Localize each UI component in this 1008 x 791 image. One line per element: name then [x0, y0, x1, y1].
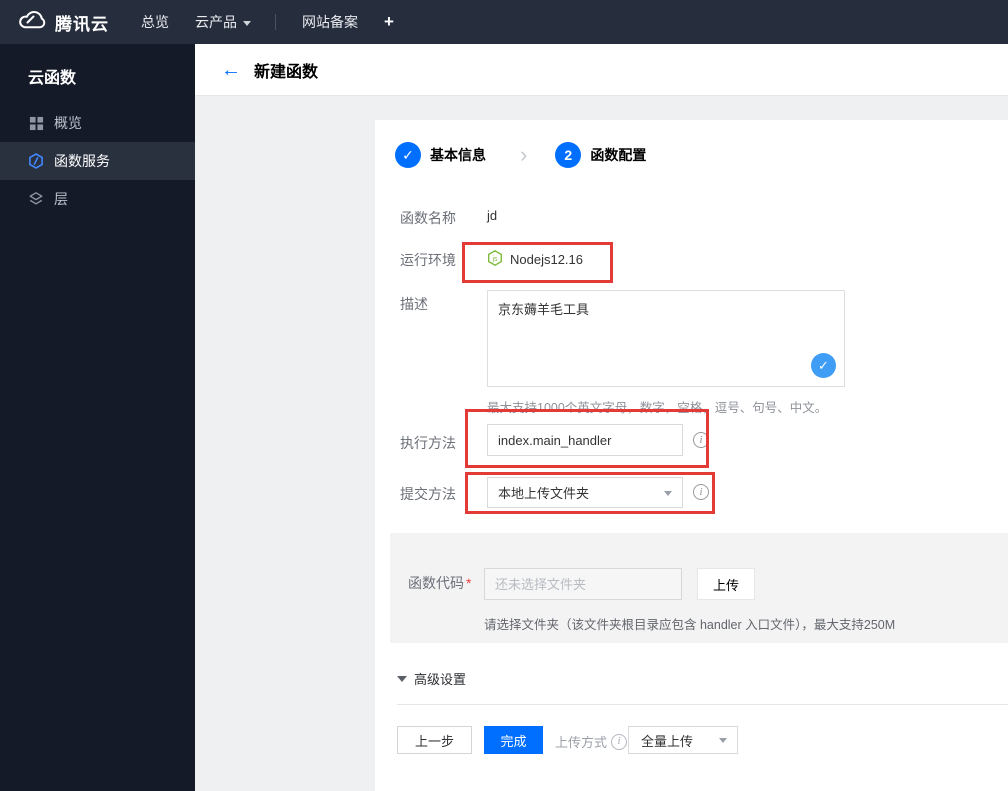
nav-item-products[interactable]: 云产品	[195, 12, 251, 32]
required-mark: *	[466, 575, 472, 591]
sidebar-item-overview[interactable]: 概览	[0, 104, 195, 142]
function-code-hint: 请选择文件夹（该文件夹根目录应包含 handler 入口文件），最大支持250M	[484, 618, 896, 632]
upload-mode-value: 全量上传	[641, 733, 694, 749]
folder-path-input[interactable]	[484, 568, 682, 600]
runtime-label: 运行环境	[400, 252, 456, 268]
brand-name: 腾讯云	[55, 14, 109, 34]
upload-mode: 上传方式 i	[555, 732, 628, 751]
page-header: ← 新建函数	[195, 44, 1008, 96]
step-indicator: ✓ 基本信息 › 2 函数配置	[395, 142, 646, 168]
submit-method-label: 提交方法	[400, 486, 456, 502]
submit-method-info-icon[interactable]: i	[693, 484, 709, 500]
upload-mode-info-icon[interactable]: i	[611, 733, 628, 750]
caret-down-icon	[664, 490, 672, 496]
upload-button[interactable]: 上传	[697, 568, 755, 600]
back-arrow-icon[interactable]: ←	[221, 60, 241, 80]
grid-icon	[28, 115, 44, 131]
nav-divider	[275, 14, 276, 30]
tencent-cloud-logo[interactable]: 腾讯云	[16, 9, 109, 36]
submit-method-select[interactable]: 本地上传文件夹	[487, 477, 683, 508]
description-field-wrap: 京东薅羊毛工具 ✓	[487, 290, 845, 387]
runtime-value: Nodejs12.16	[510, 251, 583, 267]
caret-down-icon	[243, 20, 251, 26]
cloud-logo-icon	[16, 9, 46, 36]
step-1-done-icon: ✓	[395, 142, 421, 168]
nav-item-overview[interactable]: 总览	[141, 12, 169, 32]
step-separator-icon: ›	[520, 142, 528, 167]
svg-text:js: js	[491, 255, 498, 262]
function-code-section: 函数代码* 上传 请选择文件夹（该文件夹根目录应包含 handler 入口文件）…	[390, 533, 1008, 643]
scf-hexagon-icon	[28, 153, 44, 169]
handler-input[interactable]	[487, 424, 683, 456]
function-code-label: 函数代码 *	[408, 575, 472, 591]
submit-method-value: 本地上传文件夹	[498, 486, 590, 501]
nodejs-icon: js	[487, 249, 503, 269]
description-label: 描述	[400, 296, 428, 312]
sidebar-item-label: 层	[54, 191, 68, 207]
sidebar: 云函数 概览 函数服务 层	[0, 44, 195, 791]
sidebar-title: 云函数	[28, 70, 77, 87]
nav-item-icp[interactable]: 网站备案	[302, 12, 358, 32]
step-2-number: 2	[555, 142, 582, 168]
create-function-card: ✓ 基本信息 › 2 函数配置 函数名称 jd 运行环境 js Nodejs12…	[375, 120, 1008, 791]
step-1-label: 基本信息	[430, 147, 486, 163]
upload-mode-select[interactable]: 全量上传	[628, 726, 738, 754]
sidebar-item-label: 函数服务	[54, 153, 110, 169]
advanced-settings-label: 高级设置	[414, 672, 467, 687]
sidebar-item-scf-service[interactable]: 函数服务	[0, 142, 195, 180]
description-textarea[interactable]: 京东薅羊毛工具	[488, 291, 844, 386]
prev-step-button[interactable]: 上一步	[397, 726, 472, 754]
upload-mode-label: 上传方式	[555, 735, 608, 750]
valid-check-icon: ✓	[811, 353, 836, 378]
top-nav: 腾讯云 总览 云产品 网站备案 +	[0, 0, 1008, 44]
nav-add-tab-button[interactable]: +	[384, 12, 394, 32]
function-name-label: 函数名称	[400, 210, 456, 226]
layers-icon	[28, 191, 44, 207]
triangle-down-icon	[397, 675, 407, 682]
runtime-value-row: js Nodejs12.16	[487, 246, 583, 272]
step-2-label: 函数配置	[590, 147, 647, 163]
footer-divider	[397, 704, 1008, 705]
description-hint: 最大支持1000个英文字母，数字，空格，逗号、句号、中文。	[487, 401, 828, 415]
function-name-value: jd	[487, 208, 498, 223]
page-title: 新建函数	[254, 63, 319, 81]
sidebar-item-layers[interactable]: 层	[0, 180, 195, 218]
sidebar-item-label: 概览	[54, 115, 82, 131]
finish-button[interactable]: 完成	[484, 726, 543, 754]
caret-down-icon	[719, 738, 727, 743]
handler-label: 执行方法	[400, 435, 456, 451]
advanced-settings-toggle[interactable]: 高级设置	[397, 669, 466, 688]
handler-info-icon[interactable]: i	[693, 432, 709, 448]
